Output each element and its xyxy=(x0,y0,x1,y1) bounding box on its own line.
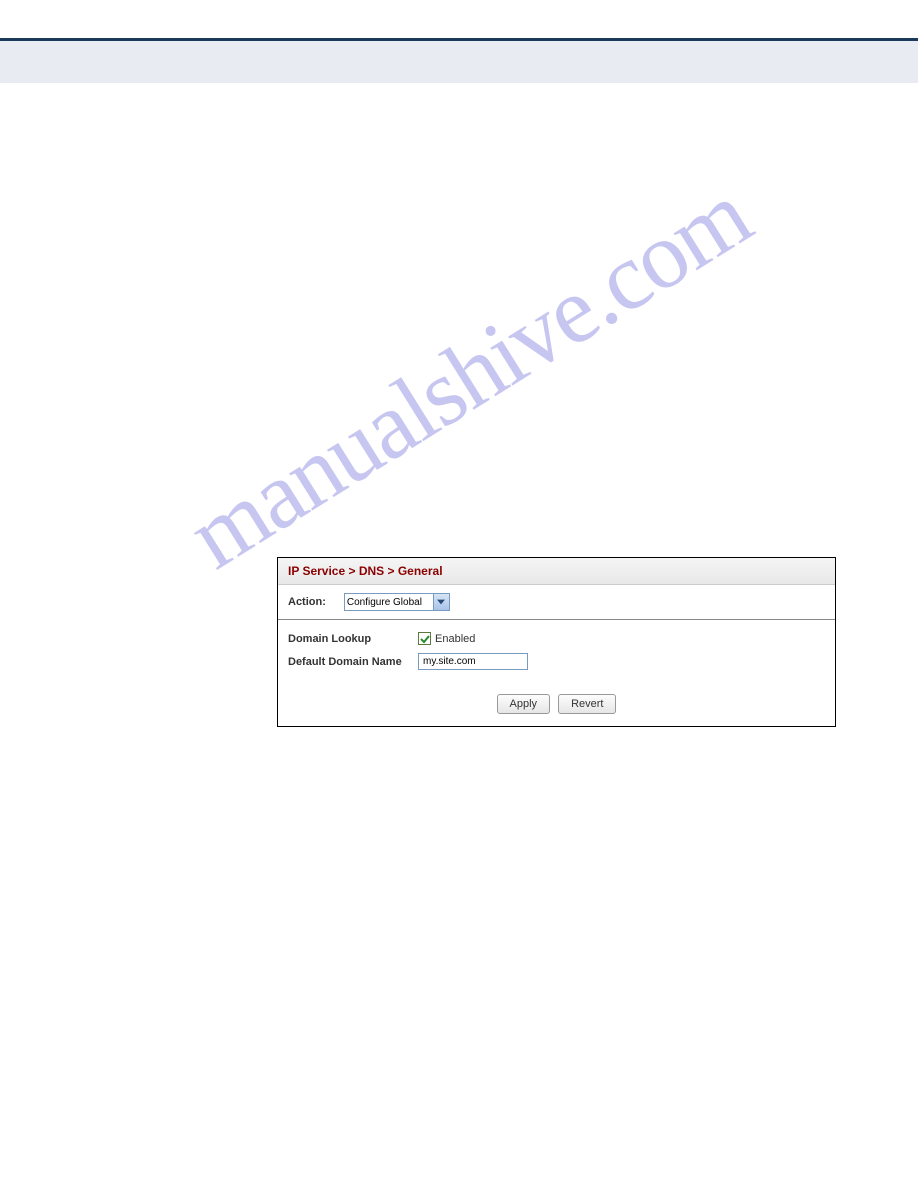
page-header-band xyxy=(0,41,918,83)
watermark-text: manualshive.com xyxy=(169,159,768,590)
action-row: Action: Configure Global xyxy=(278,585,835,620)
default-domain-input[interactable] xyxy=(418,653,528,670)
form-body: Domain Lookup Enabled Default Domain Nam… xyxy=(278,620,835,684)
panel-breadcrumb: IP Service > DNS > General xyxy=(278,558,835,585)
action-select-value: Configure Global xyxy=(345,596,433,609)
action-select[interactable]: Configure Global xyxy=(344,593,450,611)
domain-lookup-row: Domain Lookup Enabled xyxy=(288,632,825,645)
dns-general-panel: IP Service > DNS > General Action: Confi… xyxy=(277,557,836,727)
domain-lookup-label: Domain Lookup xyxy=(288,633,418,645)
domain-lookup-enabled-text: Enabled xyxy=(435,633,475,645)
action-label: Action: xyxy=(288,596,326,608)
apply-button[interactable]: Apply xyxy=(497,694,551,714)
default-domain-label: Default Domain Name xyxy=(288,656,418,668)
domain-lookup-checkbox[interactable] xyxy=(418,632,431,645)
button-row: Apply Revert xyxy=(278,684,835,726)
chevron-down-icon xyxy=(433,594,449,610)
revert-button[interactable]: Revert xyxy=(558,694,616,714)
check-icon xyxy=(420,634,430,644)
default-domain-row: Default Domain Name xyxy=(288,653,825,670)
